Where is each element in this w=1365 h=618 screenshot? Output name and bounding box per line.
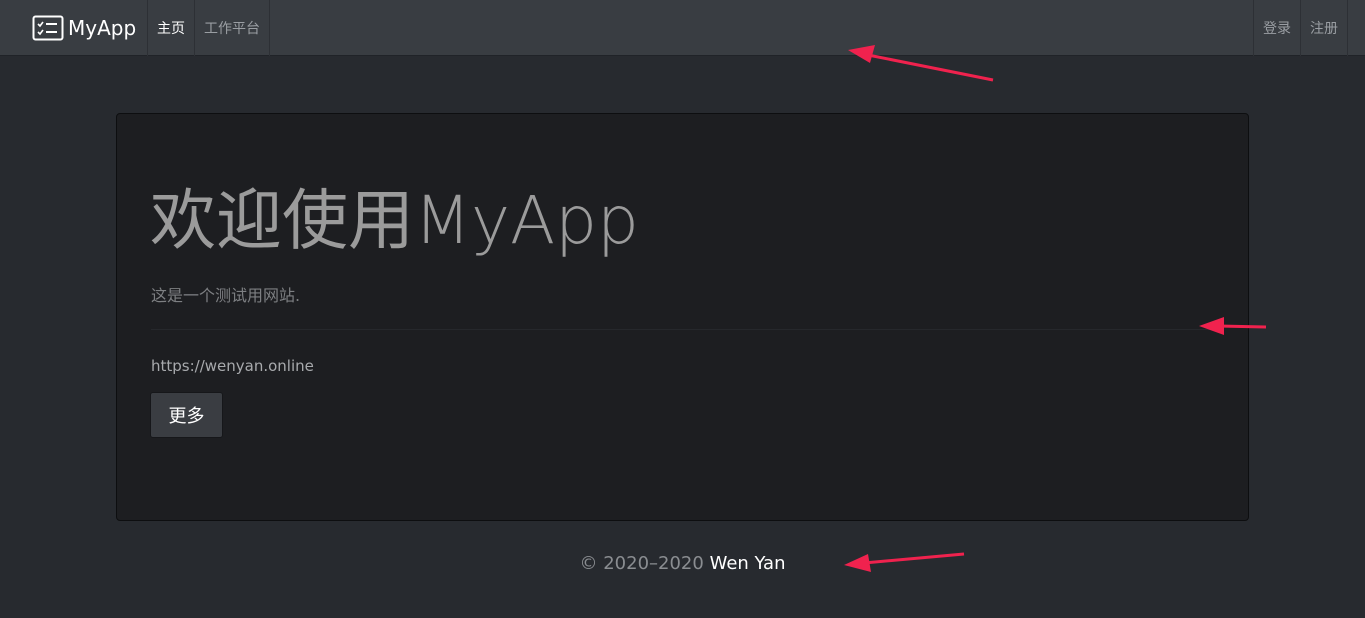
divider: [151, 329, 1214, 330]
page-title: 欢迎使用MyApp: [150, 182, 639, 259]
footer: © 2020–2020 Wen Yan: [0, 553, 1365, 574]
copyright-text: © 2020–2020: [579, 553, 704, 574]
nav-item-workbench[interactable]: 工作平台: [194, 0, 270, 56]
author-name: Wen Yan: [709, 553, 786, 574]
nav-item-home[interactable]: 主页: [147, 0, 194, 56]
brand-link[interactable]: MyApp: [32, 0, 136, 56]
account-nav: 登录 注册: [1253, 0, 1348, 56]
nav-item-login[interactable]: 登录: [1253, 0, 1300, 56]
more-button[interactable]: 更多: [150, 392, 223, 438]
lead-text: 这是一个测试用网站.: [151, 286, 301, 305]
brand-name: MyApp: [68, 16, 137, 40]
checklist-icon: [32, 15, 64, 41]
welcome-jumbotron: 欢迎使用MyApp 这是一个测试用网站. https://wenyan.onli…: [116, 113, 1249, 521]
top-navbar: MyApp 主页 工作平台 登录 注册: [0, 0, 1365, 56]
nav-item-register[interactable]: 注册: [1300, 0, 1348, 56]
site-url: https://wenyan.online: [151, 357, 314, 375]
main-nav: 主页 工作平台: [147, 0, 270, 56]
